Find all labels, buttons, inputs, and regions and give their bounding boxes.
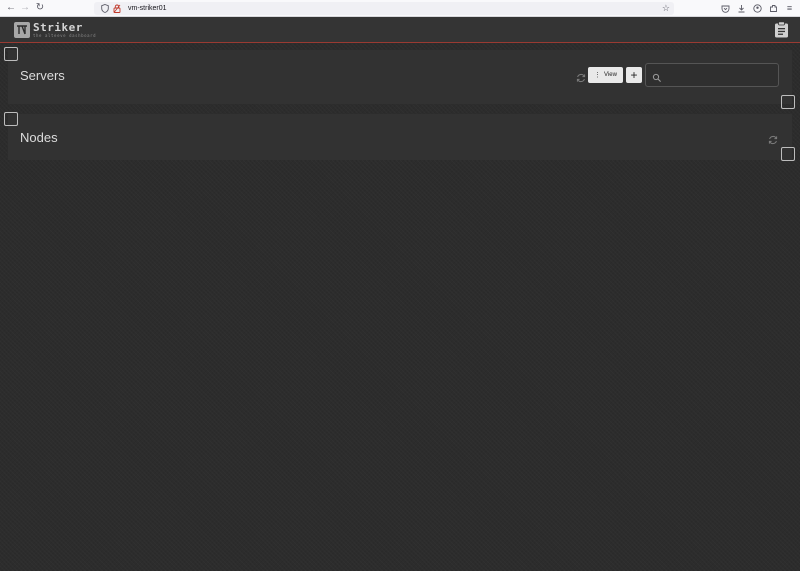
browser-tools: ≡ bbox=[719, 0, 796, 17]
download-icon[interactable] bbox=[735, 1, 748, 17]
striker-logo-icon[interactable] bbox=[14, 22, 30, 38]
view-button-label: View bbox=[604, 72, 617, 78]
nodes-refresh-icon[interactable] bbox=[768, 132, 778, 145]
more-vertical-icon: ⋮ bbox=[594, 71, 602, 79]
brand-subtitle: the alteeve dashboard bbox=[33, 33, 97, 38]
app-header: Striker the alteeve dashboard bbox=[0, 17, 800, 43]
nodes-panel-bottom-right-toggle[interactable] bbox=[781, 147, 795, 161]
url-text: vm-striker01 bbox=[128, 5, 167, 12]
lock-icon bbox=[112, 4, 122, 13]
search-icon bbox=[652, 70, 662, 82]
reload-icon[interactable]: ↻ bbox=[32, 0, 48, 16]
pocket-icon[interactable] bbox=[719, 1, 732, 17]
address-bar[interactable]: vm-striker01 ☆ bbox=[94, 2, 674, 15]
account-icon[interactable] bbox=[751, 1, 764, 17]
servers-panel-top-left-toggle[interactable] bbox=[4, 47, 18, 61]
servers-title: Servers bbox=[20, 68, 65, 83]
nodes-panel: Nodes bbox=[8, 114, 792, 160]
nodes-panel-top-left-toggle[interactable] bbox=[4, 112, 18, 126]
nodes-title: Nodes bbox=[20, 130, 58, 145]
add-server-button[interactable]: + bbox=[626, 67, 642, 83]
view-button[interactable]: ⋮ View bbox=[588, 67, 623, 83]
server-search-input[interactable] bbox=[666, 67, 774, 83]
forward-arrow-icon[interactable]: → bbox=[17, 0, 33, 16]
browser-toolbar: ← → ↻ vm-striker01 ☆ ≡ bbox=[0, 0, 800, 17]
shield-icon bbox=[100, 4, 110, 13]
clipboard-icon[interactable] bbox=[774, 21, 789, 38]
server-search-box bbox=[645, 63, 779, 87]
extensions-icon[interactable] bbox=[767, 1, 780, 17]
bookmark-star-icon[interactable]: ☆ bbox=[662, 3, 670, 14]
servers-panel-bottom-right-toggle[interactable] bbox=[781, 95, 795, 109]
hamburger-menu-icon[interactable]: ≡ bbox=[783, 1, 796, 17]
servers-refresh-icon[interactable] bbox=[576, 70, 586, 83]
